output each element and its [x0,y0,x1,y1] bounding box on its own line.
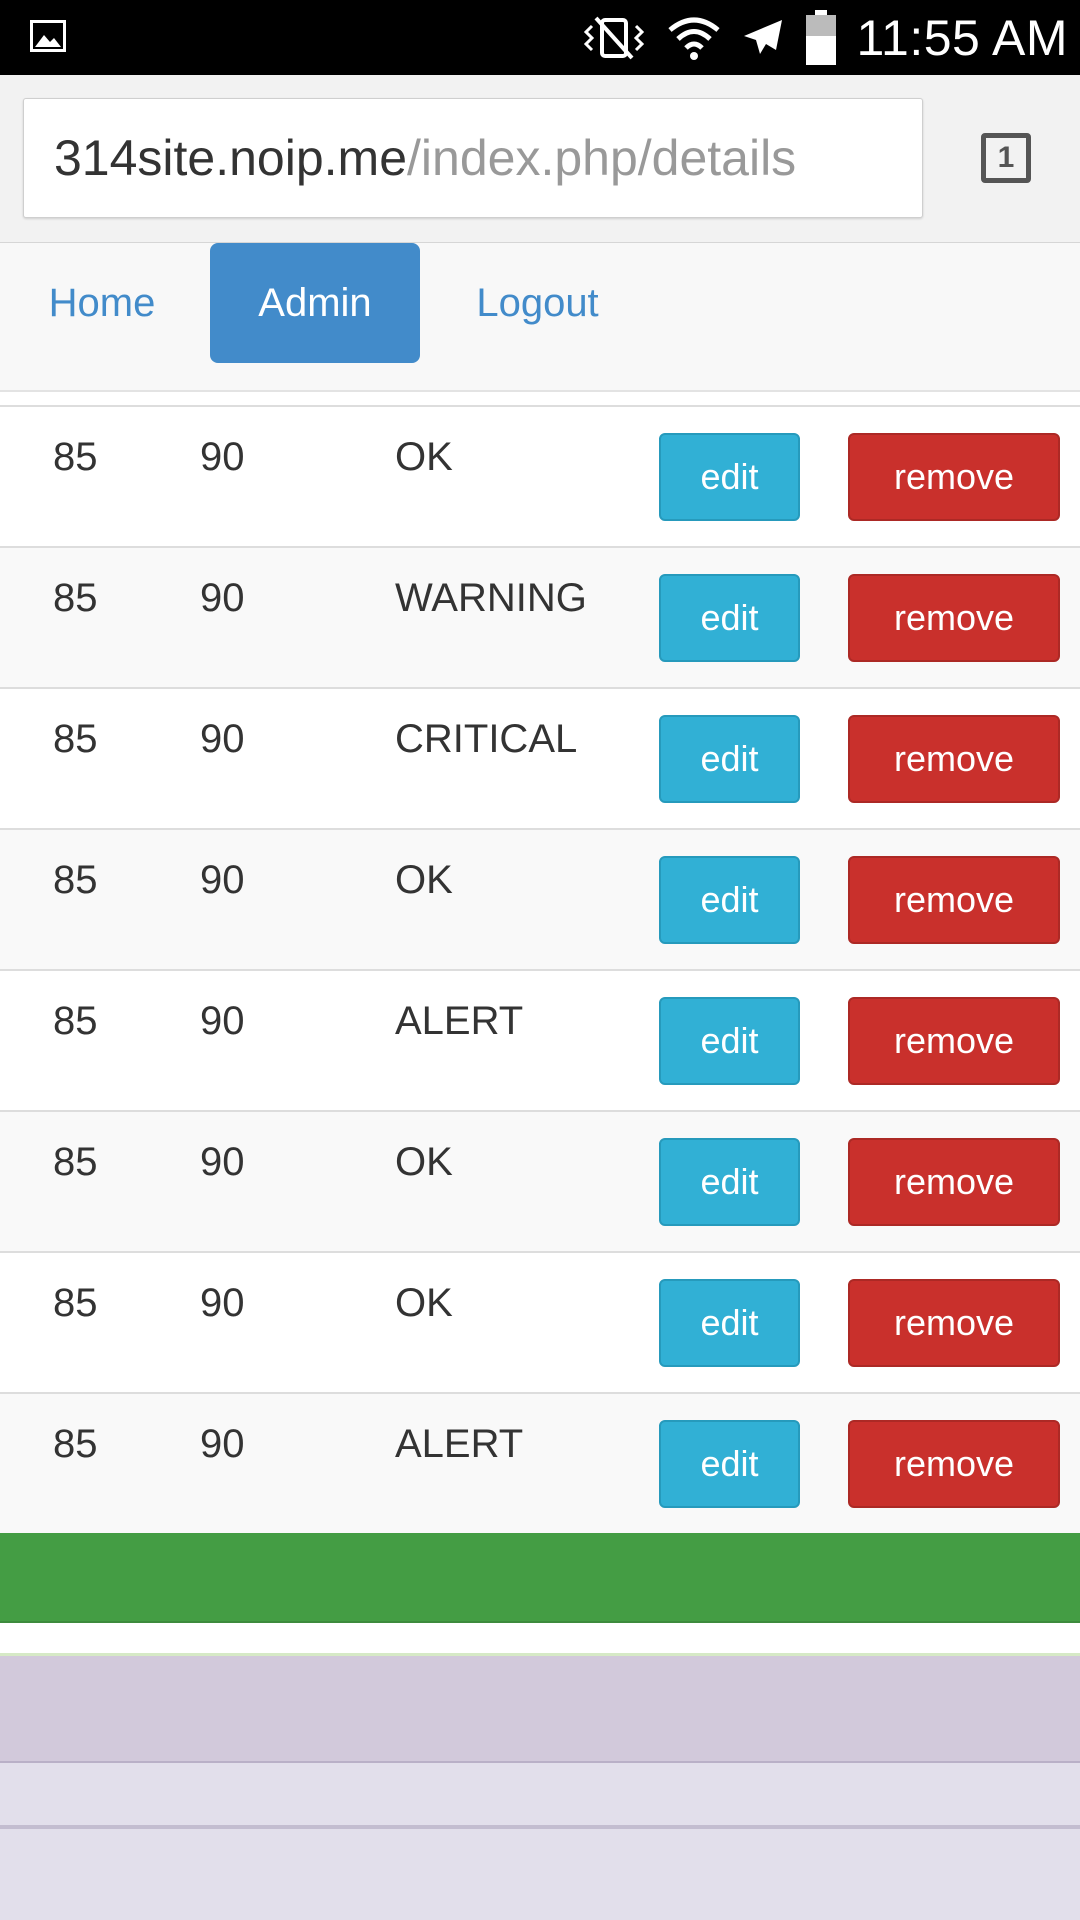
table-row: 85 90 OK edit remove [0,1253,1080,1394]
cell-value-a: 85 [53,717,98,761]
cell-value-b: 90 [200,576,245,620]
table-row: 85 90 ALERT edit remove [0,971,1080,1112]
status-bar: 11:55 AM [0,0,1080,75]
spacer-bar [0,1623,1080,1656]
cell-value-b: 90 [200,858,245,902]
nav-home-link[interactable]: Home [22,243,182,363]
success-bar[interactable] [0,1533,1080,1623]
cell-value-a: 85 [53,1422,98,1466]
url-field[interactable]: 314site.noip.me/index.php/details [23,98,923,218]
remove-button[interactable]: remove [848,433,1060,521]
cell-status: OK [395,1140,453,1184]
cell-value-b: 90 [200,1281,245,1325]
cell-status: OK [395,858,453,902]
cell-value-a: 85 [53,1281,98,1325]
remove-button[interactable]: remove [848,715,1060,803]
table-row: 85 90 OK edit remove [0,830,1080,971]
gallery-icon [30,20,66,52]
navbar: Home Admin Logout [0,243,1080,392]
remove-button[interactable]: remove [848,1138,1060,1226]
nav-admin-link[interactable]: Admin [210,243,420,363]
nav-logout-link[interactable]: Logout [455,243,620,363]
tab-switcher-button[interactable]: 1 [981,133,1031,183]
details-table: 85 90 OK edit remove 85 90 WARNING edit … [0,405,1080,1535]
remove-button[interactable]: remove [848,997,1060,1085]
remove-button[interactable]: remove [848,1279,1060,1367]
airplane-icon [738,14,786,62]
cell-value-a: 85 [53,858,98,902]
vibrate-mute-icon [578,14,650,62]
cell-status: CRITICAL [395,717,578,761]
remove-button[interactable]: remove [848,1420,1060,1508]
edit-button[interactable]: edit [659,1138,800,1226]
url-path: /index.php/details [407,130,797,186]
edit-button[interactable]: edit [659,715,800,803]
cell-value-a: 85 [53,435,98,479]
cell-status: ALERT [395,1422,524,1466]
footer-area [0,1829,1080,1920]
cell-value-b: 90 [200,999,245,1043]
footer-panel [0,1656,1080,1763]
cell-value-a: 85 [53,999,98,1043]
cell-value-a: 85 [53,1140,98,1184]
cell-value-b: 90 [200,1422,245,1466]
cell-status: OK [395,435,453,479]
footer-strip [0,1763,1080,1829]
cell-value-b: 90 [200,717,245,761]
edit-button[interactable]: edit [659,1279,800,1367]
remove-button[interactable]: remove [848,856,1060,944]
table-row: 85 90 WARNING edit remove [0,548,1080,689]
cell-value-b: 90 [200,1140,245,1184]
edit-button[interactable]: edit [659,997,800,1085]
cell-value-a: 85 [53,576,98,620]
table-row: 85 90 ALERT edit remove [0,1394,1080,1535]
table-row: 85 90 OK edit remove [0,407,1080,548]
edit-button[interactable]: edit [659,574,800,662]
cell-value-b: 90 [200,435,245,479]
cell-status: OK [395,1281,453,1325]
remove-button[interactable]: remove [848,574,1060,662]
url-host: 314site.noip.me [54,130,408,186]
cell-status: ALERT [395,999,524,1043]
cell-status: WARNING [395,576,587,620]
table-row: 85 90 OK edit remove [0,1112,1080,1253]
edit-button[interactable]: edit [659,433,800,521]
browser-toolbar: 314site.noip.me/index.php/details 1 [0,75,1080,244]
battery-icon [804,9,838,66]
wifi-icon [668,16,721,60]
clock: 11:55 AM [856,9,1068,66]
table-row: 85 90 CRITICAL edit remove [0,689,1080,830]
edit-button[interactable]: edit [659,856,800,944]
edit-button[interactable]: edit [659,1420,800,1508]
